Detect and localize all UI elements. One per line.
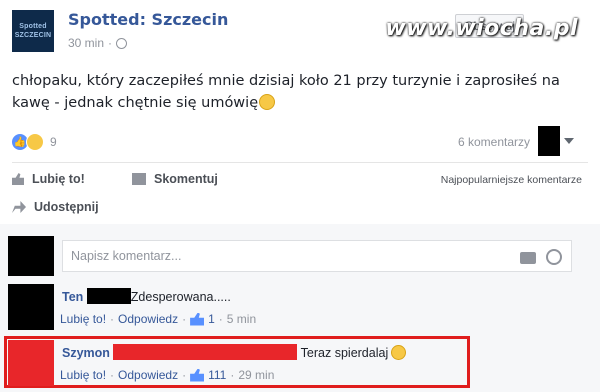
comment-body: Szymon Teraz spierdalaj: [62, 344, 407, 360]
haha-reaction-icon[interactable]: [26, 133, 44, 151]
comment-text: Zdesperowana.....: [130, 290, 231, 304]
globe-icon: [116, 37, 128, 49]
post-header: Spotted SZCZECIN Spotted: Szczecin 30 mi…: [12, 8, 588, 56]
reaction-bar: 👍 9 6 komentarzy: [12, 126, 588, 156]
like-icon: [190, 368, 205, 382]
redaction-box: [113, 344, 298, 360]
like-button[interactable]: Lubię to!: [12, 172, 85, 186]
share-button[interactable]: Udostępnij: [12, 200, 99, 214]
comment-input-placeholder: Napisz komentarz...: [71, 249, 182, 263]
post-text-content: chłopaku, który zaczepiłeś mnie dzisiaj …: [12, 73, 560, 111]
comment-reply-link[interactable]: Odpowiedz: [118, 368, 178, 382]
comment-like-link[interactable]: Lubię to!: [60, 368, 106, 382]
comment-input-row: Napisz komentarz...: [8, 236, 584, 276]
comment-button[interactable]: Skomentuj: [132, 172, 218, 186]
like-label: Lubię to!: [32, 172, 85, 186]
reaction-count[interactable]: 9: [50, 135, 57, 149]
comment-like-link[interactable]: Lubię to!: [60, 312, 106, 326]
meta-separator: ·: [108, 36, 113, 50]
comment-reply-link[interactable]: Odpowiedz: [118, 312, 178, 326]
comment-input[interactable]: Napisz komentarz...: [62, 240, 572, 272]
comment-body: Ten Zdesperowana.....: [62, 288, 231, 304]
avatar: [8, 236, 54, 276]
meta-separator: ·: [230, 368, 235, 382]
chevron-down-icon[interactable]: [564, 138, 574, 144]
meta-separator: ·: [182, 368, 187, 382]
redaction-box: [86, 288, 131, 304]
comment: Ten Zdesperowana..... Lubię to! · Odpowi…: [0, 284, 600, 332]
avatar[interactable]: [8, 284, 54, 330]
comment-author[interactable]: Szymon: [62, 346, 110, 360]
divider: [12, 162, 588, 163]
comment-icon: [132, 173, 146, 185]
emoji-picker-icon[interactable]: [546, 249, 562, 265]
post-meta: 30 min ·: [68, 36, 128, 50]
comment-like-count[interactable]: 1: [208, 312, 215, 326]
tongue-emoji-icon: [259, 94, 276, 110]
share-label: Udostępnij: [34, 200, 99, 214]
comment-author[interactable]: Ten: [62, 290, 83, 304]
comment-text: Teraz spierdalaj: [300, 346, 389, 360]
camera-icon[interactable]: [520, 252, 536, 264]
like-icon: [190, 312, 205, 326]
meta-separator: ·: [110, 368, 115, 382]
avatar-text: Spotted SZCZECIN: [14, 23, 52, 39]
page-name[interactable]: Spotted: Szczecin: [68, 10, 228, 29]
comment-label: Skomentuj: [154, 172, 218, 186]
page-avatar[interactable]: Spotted SZCZECIN: [12, 10, 54, 52]
meta-separator: ·: [218, 312, 223, 326]
comment: Szymon Teraz spierdalaj Lubię to! · Odpo…: [0, 340, 600, 388]
post-actions: Lubię to! Skomentuj Najpopularniejsze ko…: [12, 172, 588, 214]
smile-emoji-icon: [391, 345, 407, 360]
meta-separator: ·: [182, 312, 187, 326]
comment-meta: Lubię to! · Odpowiedz · 111 · 29 min: [60, 368, 274, 382]
thumb-up-icon: [12, 173, 24, 185]
comment-time[interactable]: 29 min: [238, 368, 274, 382]
comment-meta: Lubię to! · Odpowiedz · 1 · 5 min: [60, 312, 256, 326]
comment-like-count[interactable]: 111: [208, 368, 226, 382]
redaction-box: [538, 126, 560, 156]
post-time[interactable]: 30 min: [68, 36, 104, 50]
post-text: chłopaku, który zaczepiłeś mnie dzisiaj …: [12, 70, 582, 114]
comment-time[interactable]: 5 min: [227, 312, 256, 326]
comments-count[interactable]: 6 komentarzy: [458, 135, 530, 149]
sort-comments-dropdown[interactable]: Najpopularniejsze komentarze: [441, 174, 582, 186]
watermark: www.wiocha.pl: [385, 16, 578, 41]
share-icon: [12, 201, 26, 213]
meta-separator: ·: [110, 312, 115, 326]
